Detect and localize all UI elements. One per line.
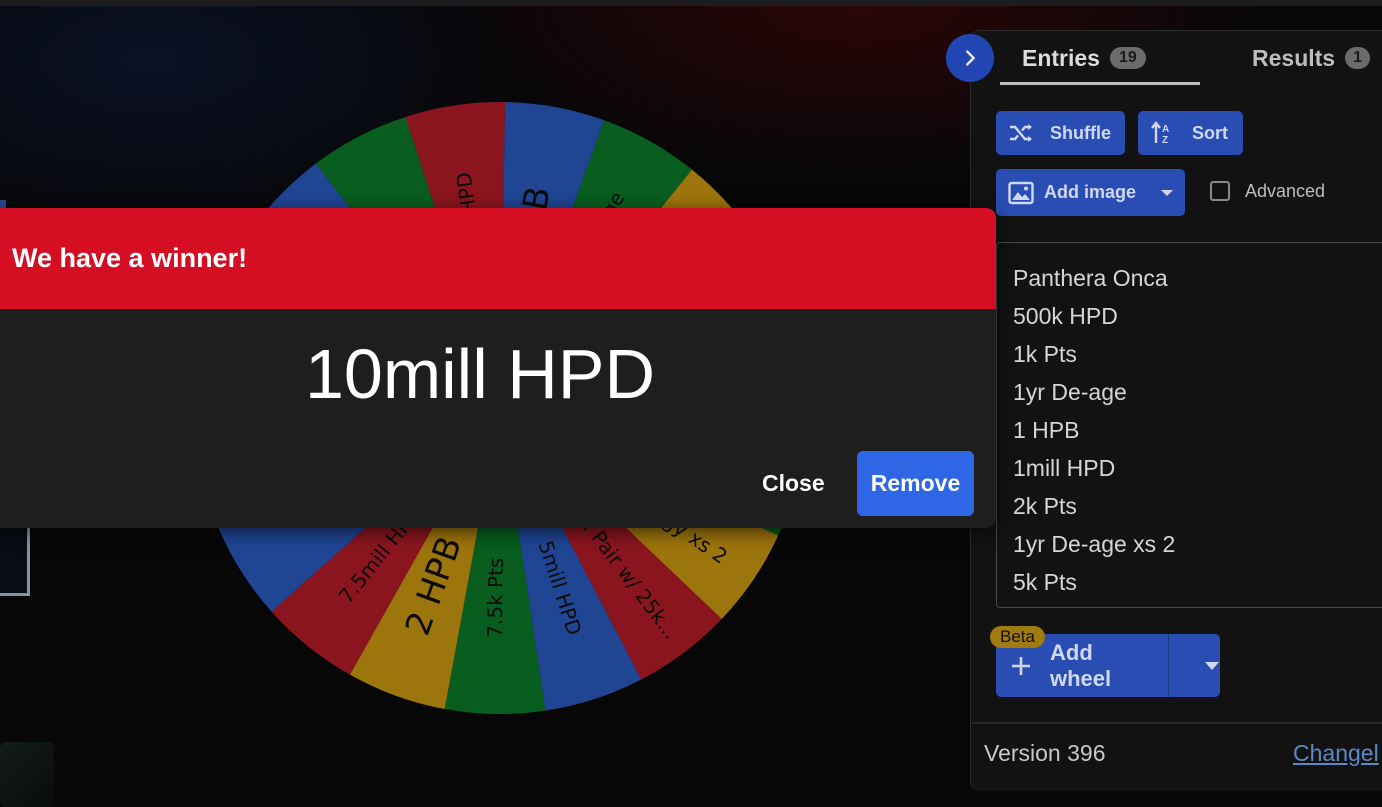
chevron-right-icon <box>966 50 975 66</box>
entry-line: Panthera Onca <box>1013 265 1168 291</box>
shuffle-button[interactable]: Shuffle <box>996 111 1125 155</box>
dialog-header: We have a winner! <box>0 208 996 309</box>
sort-label: Sort <box>1192 122 1228 143</box>
tab-results-label: Results <box>1252 44 1336 71</box>
advanced-label: Advanced <box>1245 181 1326 201</box>
split-divider <box>1168 634 1169 697</box>
tab-entries-label: Entries <box>1022 44 1100 71</box>
image-icon <box>1008 181 1034 204</box>
winner-dialog: We have a winner! 10mill HPD Close Remov… <box>0 208 996 528</box>
sort-icon: A Z <box>1151 121 1169 145</box>
svg-text:Z: Z <box>1162 135 1168 145</box>
plus-icon <box>1012 656 1030 675</box>
chevron-down-icon[interactable] <box>1204 661 1220 671</box>
advanced-checkbox[interactable] <box>1210 181 1230 201</box>
chevron-down-icon <box>1161 189 1174 196</box>
shuffle-icon <box>1010 124 1032 142</box>
tab-entries[interactable]: Entries 19 <box>1022 40 1146 76</box>
thumbnail-image <box>0 742 54 807</box>
close-button[interactable]: Close <box>762 470 825 497</box>
results-count-badge: 1 <box>1345 47 1370 69</box>
top-bar <box>0 0 1382 6</box>
wheel-slice-label: 7.5k Pts <box>483 557 508 637</box>
shuffle-label: Shuffle <box>1050 122 1111 143</box>
dialog-title: We have a winner! <box>12 243 248 273</box>
winner-text: 10mill HPD <box>304 335 656 413</box>
entry-line: 500k HPD <box>1013 303 1118 329</box>
version-text: Version 396 <box>984 740 1106 766</box>
add-image-label: Add image <box>1044 182 1137 202</box>
left-edge-panel <box>0 524 30 596</box>
entry-line: 1mill HPD <box>1013 455 1116 481</box>
beta-badge: Beta <box>990 626 1045 648</box>
tab-results[interactable]: Results 1 <box>1252 40 1370 76</box>
collapse-sidebar-button[interactable] <box>946 34 994 82</box>
entries-count-badge: 19 <box>1109 47 1146 69</box>
add-wheel-label: Add wheel <box>1050 639 1112 691</box>
active-tab-indicator <box>1000 82 1200 85</box>
svg-text:A: A <box>1162 124 1169 135</box>
entry-line: 5k Pts <box>1013 569 1077 595</box>
entry-line: 2k Pts <box>1013 493 1077 519</box>
changelog-link[interactable]: Changel <box>1293 740 1379 767</box>
entry-line: 1yr De-age xs 2 <box>1013 531 1176 557</box>
entry-line: 1 HPB <box>1013 417 1080 443</box>
entry-line: 1yr De-age <box>1013 379 1127 405</box>
sort-button[interactable]: A Z Sort <box>1138 111 1243 155</box>
remove-button[interactable]: Remove <box>857 451 974 516</box>
entry-line: 1k Pts <box>1013 341 1077 367</box>
add-image-button[interactable]: Add image <box>996 169 1185 216</box>
footer-divider <box>972 722 1382 724</box>
